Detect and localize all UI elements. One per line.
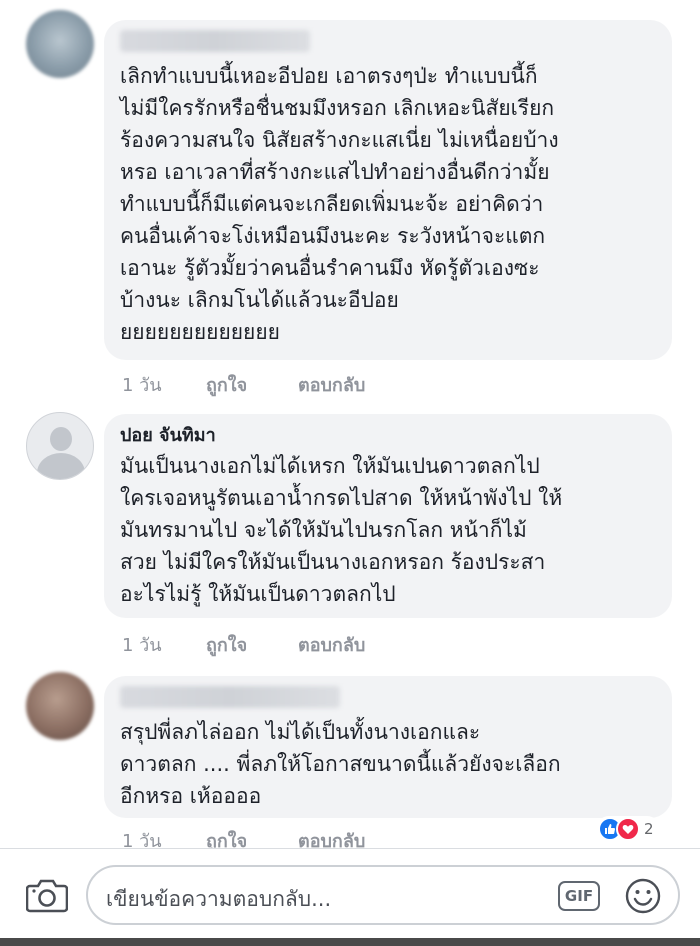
- avatar[interactable]: [26, 672, 94, 740]
- gif-icon[interactable]: GIF: [558, 881, 600, 911]
- author-name[interactable]: ปอย จันทิมา: [120, 424, 654, 448]
- reply-input-placeholder: เขียนข้อความตอบกลับ...: [106, 887, 332, 911]
- comment-text-line: อะไรไม่รู้ ให้มันเป็นดาวตลกไป: [120, 582, 396, 606]
- comment-bubble: สรุปพี่ลภไล่ออก ไม่ได้เป็นทั้งนางเอกและ …: [104, 676, 672, 818]
- avatar[interactable]: [26, 412, 94, 480]
- like-button[interactable]: ถูกใจ: [206, 370, 298, 399]
- comment-text-line: เลิกทำแบบนี้เหอะอีปอย เอาตรงๆป่ะ ทำแบบนี…: [120, 64, 538, 88]
- comment-bubble: เลิกทำแบบนี้เหอะอีปอย เอาตรงๆป่ะ ทำแบบนี…: [104, 20, 672, 360]
- like-button[interactable]: ถูกใจ: [206, 630, 298, 659]
- reaction-summary[interactable]: 2: [596, 816, 660, 842]
- reply-composer: เขียนข้อความตอบกลับ... GIF: [0, 849, 700, 946]
- comment-text-line: บ้างนะ เลิกมโนได้แล้วนะอีปอย: [120, 288, 399, 312]
- comment-text-line: หรอ เอาเวลาที่สร้างกะแสไปทำอย่างอื่นดีกว…: [120, 160, 550, 184]
- comment-timestamp[interactable]: 1 วัน: [122, 630, 206, 659]
- avatar[interactable]: [26, 10, 94, 78]
- default-avatar-icon: [50, 427, 72, 451]
- reaction-count: 2: [644, 820, 654, 838]
- author-name-redacted[interactable]: [120, 30, 310, 52]
- comment-text-line: มันเป็นนางเอกไม่ได้เหรก ให้มันเปนดาวตลกไ…: [120, 454, 540, 478]
- comment-actions: 1 วัน ถูกใจ ตอบกลับ: [122, 370, 365, 399]
- comment-text-line: ทำแบบนี้ก็มีแต่คนจะเกลียดเพิ่มนะจ้ะ อย่า…: [120, 192, 544, 216]
- smiley-icon[interactable]: [624, 877, 662, 915]
- camera-icon[interactable]: [25, 877, 69, 913]
- comment-text-line: มันทรมานไป จะได้ให้มันไปนรกโลก หน้าก็ไม้: [120, 518, 527, 542]
- comment-text-line: ร้องความสนใจ นิสัยสร้างกะแสเนี่ย ไม่เหนื…: [120, 128, 559, 152]
- comment-text-line: คนอื่นเค้าจะโง่เหมือนมึงนะคะ ระวังหน้าจะ…: [120, 224, 546, 248]
- reply-input[interactable]: เขียนข้อความตอบกลับ... GIF: [86, 865, 680, 925]
- comment-bubble: ปอย จันทิมา มันเป็นนางเอกไม่ได้เหรก ให้ม…: [104, 414, 672, 618]
- bottom-edge: [0, 938, 700, 946]
- reply-button[interactable]: ตอบกลับ: [298, 630, 365, 659]
- comment-text-line: ดาวตลก .... พี่ลภให้โอกาสขนาดนี้แล้วยังจ…: [120, 752, 561, 776]
- comment-text-line: อีกหรอ เห้ออออ: [120, 784, 262, 808]
- love-icon: [616, 817, 640, 841]
- comment-text-line: ยยยยยยยยยยยยย: [120, 320, 280, 344]
- comment-actions: 1 วัน ถูกใจ ตอบกลับ: [122, 630, 365, 659]
- reply-button[interactable]: ตอบกลับ: [298, 370, 365, 399]
- comment-text-line: ใครเจอหนูรัตนเอาน้ำกรดไปสาด ให้หน้าพังไป…: [120, 486, 563, 510]
- comment-text-line: สวย ไม่มีใครให้มันเป็นนางเอกหรอก ร้องประ…: [120, 550, 546, 574]
- comment-text-line: ไม่มีใครรักหรือชื่นชมมึงหรอก เลิกเหอะนิส…: [120, 96, 555, 120]
- comment-text-line: สรุปพี่ลภไล่ออก ไม่ได้เป็นทั้งนางเอกและ: [120, 720, 481, 744]
- comment-text-line: เอานะ รู้ตัวมั้ยว่าคนอื่นรำคานมึง หัดรู้…: [120, 256, 540, 280]
- author-name-redacted[interactable]: [120, 686, 340, 708]
- comment-timestamp[interactable]: 1 วัน: [122, 370, 206, 399]
